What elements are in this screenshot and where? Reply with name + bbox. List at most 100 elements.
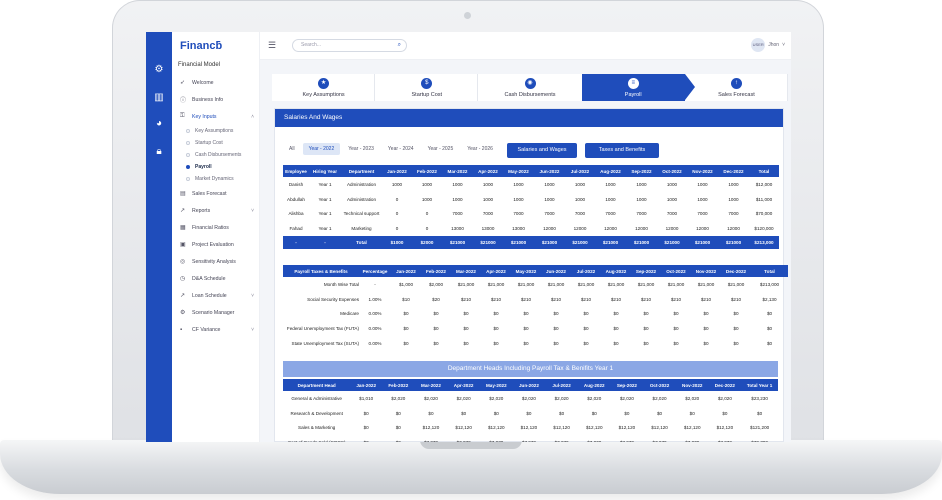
table-cell: $12,120 <box>618 425 636 431</box>
sidebar-item-cf-variance[interactable]: ▪ CF Variance ˅ <box>172 321 260 338</box>
table-cell: $0 <box>673 325 679 331</box>
table-cell: $0 <box>433 325 439 331</box>
table-cell: Alishba <box>288 211 304 217</box>
avatar: USER <box>751 38 766 52</box>
sidebar-subitem-key-assumptions[interactable]: Key Assumptions <box>172 125 260 137</box>
table-cell: $2,000 <box>428 281 444 287</box>
sidebar-item-sales-forecast[interactable]: ▤ Sales Forecast <box>172 185 260 202</box>
table-cell: $0 <box>463 340 469 346</box>
table-cell: $0 <box>766 340 773 346</box>
year-tab[interactable]: All <box>283 143 301 155</box>
year-tab[interactable]: Year - 2026 <box>461 143 499 155</box>
table-cell: $0 <box>523 311 529 317</box>
sidebar-item-label: Reports <box>192 207 211 214</box>
sidebar-subitem-startup-cost[interactable]: Startup Cost <box>172 137 260 149</box>
bar-chart-icon[interactable]: ▥ <box>153 92 165 104</box>
table-cell: $2,020 <box>554 395 569 401</box>
sidebar-item-label: Project Evaluation <box>192 241 234 248</box>
sidebar-subitem-cash-disbursements[interactable]: Cash Disbursements <box>172 149 260 161</box>
table-cell: Medicare <box>340 311 359 317</box>
table-cell: $0 <box>643 340 649 346</box>
table-cell: $2,020 <box>587 395 602 401</box>
table-cell: $12,120 <box>487 425 505 431</box>
table-cell: 1000 <box>574 181 586 187</box>
step-payroll[interactable]: ≡ Payroll <box>581 74 696 101</box>
table-header-row: Employee Hiring Year Department Jan-2022 Feb… <box>283 165 779 177</box>
sidebar-subitem-payroll[interactable]: Payroll <box>172 161 260 173</box>
pie-chart-icon[interactable]: ◕ <box>153 118 165 130</box>
search-icon[interactable]: ⌕ <box>398 40 401 51</box>
step-cash-disbursements[interactable]: ◉ Cash Disbursements <box>478 74 581 101</box>
table-cell: $1,000 <box>398 281 414 287</box>
table-cell: 0.00% <box>368 340 382 346</box>
sidebar-subitem-market-dynamics[interactable]: Market Dynamics <box>172 173 260 185</box>
table-cell: $210 <box>460 296 472 302</box>
table-cell: 7000 <box>636 211 647 217</box>
table-cell: 1000 <box>513 196 524 202</box>
column-header: Hiring Year <box>309 165 341 177</box>
table-cell: $2,130 <box>762 296 777 302</box>
sidebar-item-business-info[interactable]: ⓘ Business Info <box>172 91 260 108</box>
sidebar-item-scenario-manager[interactable]: ⚙ Scenario Manager <box>172 304 260 321</box>
step-startup-cost[interactable]: $ Startup Cost <box>375 74 479 101</box>
column-header: Dec-2022 <box>721 265 751 277</box>
table-cell: $0 <box>553 340 559 346</box>
sidebar-subitem-label: Startup Cost <box>195 140 223 146</box>
table-cell: $12,000 <box>755 181 773 187</box>
column-header: Payroll Taxes & Benefits <box>283 265 359 277</box>
table-row: Federal Unemployment Tax (FUTA) 0.00% $0 $0… <box>283 321 788 336</box>
sidebar-item-d-a-schedule[interactable]: ◷ D&A Schedule <box>172 270 260 287</box>
column-header: Sep-2022 <box>610 379 644 391</box>
menu-icon[interactable]: ☰ <box>268 40 276 51</box>
table-row: Social Security Expenses 1.00% $10 $20 $210 $… <box>283 292 788 307</box>
table-cell: $210 <box>700 296 712 302</box>
table-cell: $2,020 <box>423 395 438 401</box>
year-tab[interactable]: Year - 2025 <box>422 143 460 155</box>
table-cell: $21,000 <box>577 281 595 287</box>
bullet-icon <box>186 165 190 169</box>
table-cell: $121,200 <box>750 425 770 431</box>
chart-line-icon: ↗ <box>180 208 186 214</box>
table-cell: 7000 <box>697 211 708 217</box>
search-placeholder: Search... <box>301 42 322 48</box>
year-tab[interactable]: Year - 2022 <box>302 143 341 155</box>
table-cell: $0 <box>766 325 773 331</box>
table-cell: $210 <box>520 296 532 302</box>
table-row: Month Wise Total - $1,000 $2,000 $21,000 $21,… <box>283 277 788 292</box>
table-cell: $210 <box>490 296 502 302</box>
step-icon: ◉ <box>524 77 536 89</box>
table-cell: 7000 <box>482 211 494 217</box>
sidebar-item-project-evaluation[interactable]: ▣ Project Evaluation <box>172 236 260 253</box>
year-tab[interactable]: Year - 2023 <box>342 143 380 155</box>
table-cell: $21,000 <box>667 281 685 287</box>
table-cell: $0 <box>583 340 589 346</box>
step-icon: $ <box>421 77 433 89</box>
table-row: Sales & Marketing $0 $0 $12,120 $12,120 $12,1… <box>283 420 778 435</box>
column-header: Dec-2022 <box>718 165 749 177</box>
sidebar-item-label: Scenario Manager <box>192 309 235 316</box>
salaries-wages-button[interactable]: Salaries and Wages <box>507 143 577 158</box>
step-key-assumptions[interactable]: ★ Key Assumptions <box>272 74 376 101</box>
sidebar-item-reports[interactable]: ↗ Reports ˅ <box>172 202 260 219</box>
column-header: Jul-2022 <box>571 265 601 277</box>
user-menu[interactable]: USER Jhon ˅ <box>751 38 785 52</box>
step-sales-forecast[interactable]: ↑ Sales Forecast <box>685 74 789 101</box>
sidebar-item-financial-ratios[interactable]: ▦ Financial Ratios <box>172 219 260 236</box>
lock-icon[interactable]: 🔒︎ <box>153 146 165 158</box>
sidebar-item-sensitivity-analysis[interactable]: ◎ Sensitivity Analysis <box>172 253 260 270</box>
table-cell: $70,000 <box>755 211 773 217</box>
column-header: Feb-2022 <box>421 265 451 277</box>
table-cell: - <box>374 281 376 287</box>
table-cell: $21000 <box>473 235 503 249</box>
table-cell: Year 1 <box>318 181 332 187</box>
sidebar-item-loan-schedule[interactable]: ↗ Loan Schedule ˅ <box>172 287 260 304</box>
taxes-benefits-button[interactable]: Taxes and Benefits <box>585 143 659 158</box>
search-input[interactable]: Search... ⌕ <box>292 39 407 52</box>
table-row: Alishba Year 1 Technical support 0 0 7000 7000… <box>283 206 779 221</box>
sidebar-item-key-inputs[interactable]: ⚿ Key Inputs ˄ <box>172 108 260 125</box>
sidebar-item-welcome[interactable]: ➶ Welcome <box>172 74 260 91</box>
year-tab[interactable]: Year - 2024 <box>382 143 420 155</box>
column-header: Jul-2022 <box>565 165 595 177</box>
table-cell: Administration <box>346 181 377 187</box>
settings-icon[interactable]: ⚙ <box>153 64 165 76</box>
